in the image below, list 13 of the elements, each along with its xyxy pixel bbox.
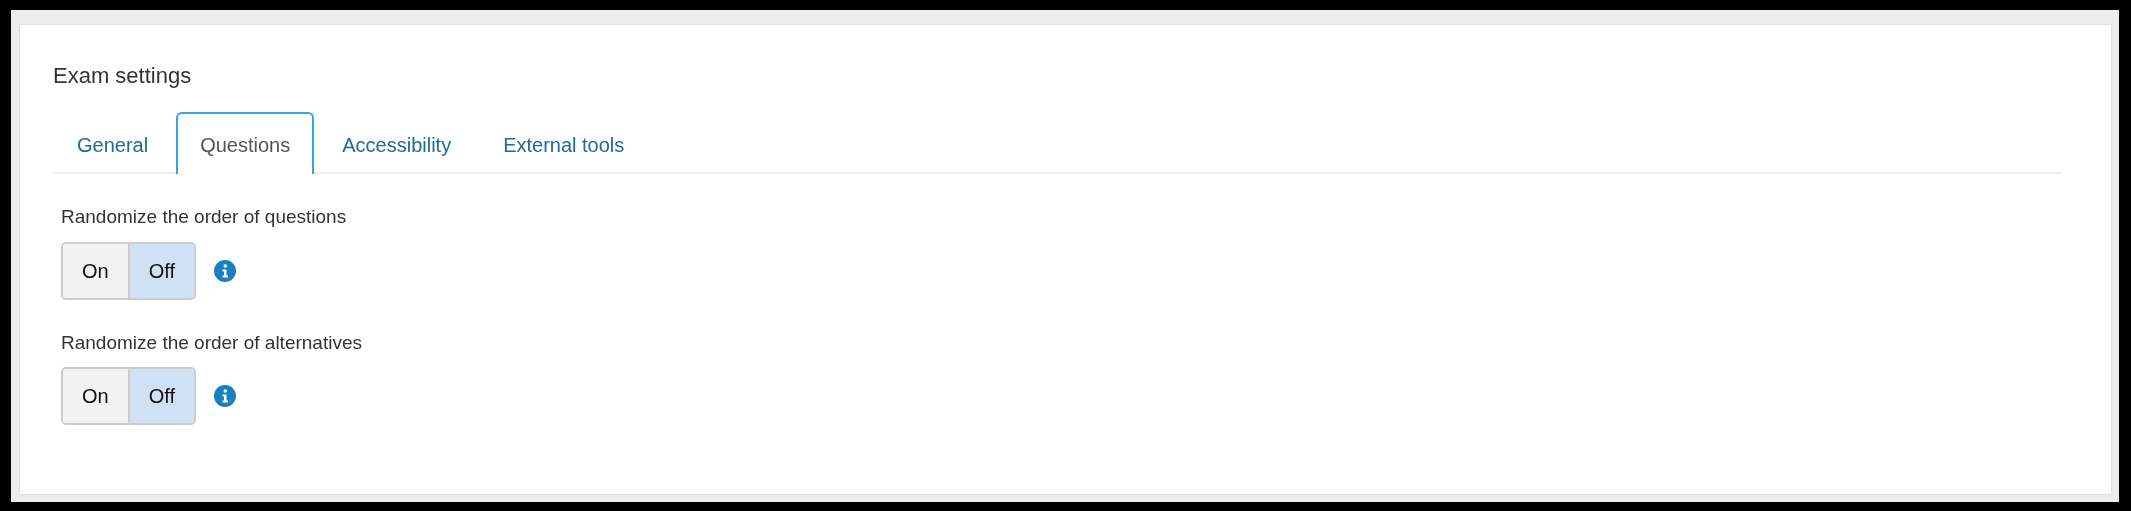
tab[interactable]: Accessibility [318,112,476,175]
tab[interactable]: External tools [479,112,649,175]
tab[interactable]: Questions [176,112,315,175]
toggle-option[interactable]: Off [127,369,194,424]
info-icon[interactable] [214,259,236,282]
tab[interactable]: General [53,112,173,175]
setting-label: Randomize the order of alternatives [61,330,363,355]
setting-label: Randomize the order of questions [61,205,348,230]
toggle-option[interactable]: Off [127,243,194,298]
info-icon[interactable] [214,385,236,408]
toggle-option[interactable]: On [63,243,128,298]
panel-title: Exam settings [53,63,193,90]
toggle-option[interactable]: On [63,369,128,424]
